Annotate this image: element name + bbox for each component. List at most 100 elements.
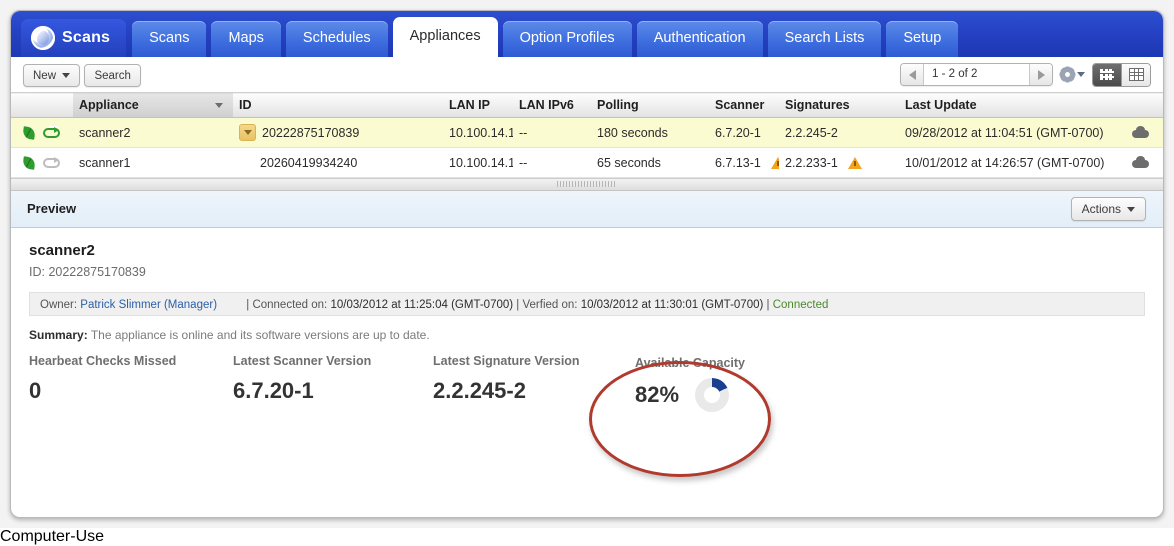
screenshot-root: Scans Scans Maps Schedules Appliances Op… — [0, 0, 1174, 528]
splitter-grip-icon — [557, 181, 617, 187]
actions-button-label: Actions — [1081, 202, 1121, 216]
table-row[interactable]: scanner2 20222875170839 10.100.14.114 --… — [11, 117, 1163, 148]
connected-on-value: 10/03/2012 at 11:25:04 (GMT-0700) — [330, 299, 514, 311]
pagination-prev-button[interactable] — [901, 64, 924, 85]
capacity-value: 82% — [635, 382, 680, 407]
cell-last-update: 10/01/2012 at 14:26:57 (GMT-0700) — [899, 147, 1163, 178]
capacity-label: Available Capacity — [635, 356, 746, 370]
chevron-left-icon — [908, 69, 916, 80]
tab-maps[interactable]: Maps — [211, 21, 281, 57]
tab-option-profiles[interactable]: Option Profiles — [502, 21, 632, 57]
verified-on-label: Verfied on: — [522, 299, 578, 311]
connected-on-label: Connected on: — [252, 299, 328, 311]
cell-scanner: 6.7.13-1 — [709, 147, 779, 178]
view-toggle — [1092, 62, 1151, 87]
search-button[interactable]: Search — [84, 64, 141, 87]
tab-search-lists[interactable]: Search Lists — [767, 21, 882, 57]
cell-id: 20222875170839 — [233, 117, 443, 148]
warning-icon — [771, 156, 779, 169]
cell-signatures: 2.2.233-1 — [779, 147, 899, 178]
disconnected-link-icon — [43, 155, 62, 169]
detail-owner-bar: Owner: Patrick Slimmer (Manager) | Conne… — [29, 292, 1145, 316]
column-header-signatures[interactable]: Signatures — [779, 92, 899, 118]
actions-button[interactable]: Actions — [1070, 197, 1146, 221]
view-mode-list-button[interactable] — [1093, 63, 1121, 86]
owner-sep-3: | — [766, 299, 770, 311]
detail-appliance-id: ID: 20222875170839 — [29, 265, 146, 279]
actions-menu: Actions — [1070, 197, 1146, 221]
table-header: Appliance ID LAN IP LAN IPv6 Polling Sca… — [11, 92, 1163, 118]
preview-detail: scanner2 ID: 20222875170839 Owner: Patri… — [11, 228, 1163, 426]
row-status-icons-cell — [11, 117, 73, 148]
owner-label: Owner: — [40, 299, 78, 311]
appliances-table: Appliance ID LAN IP LAN IPv6 Polling Sca… — [11, 92, 1163, 178]
cell-signatures-text: 2.2.233-1 — [785, 155, 838, 170]
preview-title: Preview — [27, 201, 77, 216]
chevron-down-icon — [62, 73, 71, 78]
toolbar-left-group: New Search — [23, 57, 141, 87]
tab-appliances[interactable]: Appliances — [392, 17, 498, 57]
cell-lan-ipv6: -- — [513, 147, 591, 178]
cell-lan-ip: 10.100.14.114 — [443, 117, 513, 148]
metric-value: 0 — [29, 378, 42, 403]
metric-label: Latest Signature Version — [433, 354, 580, 368]
tab-setup[interactable]: Setup — [886, 21, 959, 57]
connected-link-icon — [43, 125, 62, 139]
search-button-label: Search — [94, 69, 131, 82]
cell-lan-ipv6: -- — [513, 117, 591, 148]
leaf-icon — [23, 127, 35, 139]
preview-header: Preview Actions — [11, 191, 1163, 228]
tab-authentication[interactable]: Authentication — [636, 21, 763, 57]
chevron-down-icon — [1127, 206, 1135, 212]
column-header-appliance[interactable]: Appliance — [73, 92, 233, 118]
pagination-next-button[interactable] — [1029, 64, 1052, 85]
column-header-polling[interactable]: Polling — [591, 92, 709, 118]
brand-scans[interactable]: Scans — [21, 19, 127, 57]
pagination: 1 - 2 of 2 — [900, 63, 1053, 86]
metric-label: Latest Scanner Version — [233, 354, 372, 368]
pagination-range: 1 - 2 of 2 — [924, 64, 1029, 85]
cell-scanner: 6.7.20-1 — [709, 117, 779, 148]
main-tab-bar: Scans Scans Maps Schedules Appliances Op… — [11, 11, 1163, 57]
connection-status: Connected — [772, 299, 829, 311]
cell-appliance-name: scanner1 — [73, 147, 233, 178]
tab-schedules[interactable]: Schedules — [285, 21, 388, 57]
owner-name-link[interactable]: Patrick Slimmer (Manager) — [80, 299, 217, 311]
detail-metrics: Hearbeat Checks Missed 0 Latest Scanner … — [29, 354, 1145, 426]
column-header-scanner[interactable]: Scanner — [709, 92, 779, 118]
new-button[interactable]: New — [23, 64, 81, 87]
metric-value: 2.2.245-2 — [433, 378, 526, 403]
metric-label: Hearbeat Checks Missed — [29, 354, 177, 368]
cell-appliance-name: scanner2 — [73, 117, 233, 148]
cell-scanner-text: 6.7.13-1 — [715, 155, 761, 170]
owner-sep-2: | — [516, 299, 520, 311]
cloud-icon — [1132, 126, 1149, 138]
row-expand-chevron-icon[interactable] — [239, 124, 256, 141]
new-button-label: New — [33, 69, 57, 82]
metric-heartbeat-checks-missed: Hearbeat Checks Missed 0 — [29, 354, 176, 404]
grid-toolbar: New Search 1 - 2 of 2 — [11, 57, 1163, 92]
table-body: scanner2 20222875170839 10.100.14.114 --… — [11, 117, 1163, 178]
cell-lan-ip: 10.100.14.130 — [443, 147, 513, 178]
column-header-lan-ipv6[interactable]: LAN IPv6 — [513, 92, 591, 118]
chevron-down-icon — [1077, 72, 1085, 77]
app-window: Scans Scans Maps Schedules Appliances Op… — [10, 10, 1164, 518]
column-header-last-update[interactable]: Last Update — [899, 92, 1163, 118]
table-row[interactable]: scanner1 20260419934240 10.100.14.130 --… — [11, 147, 1163, 178]
detail-summary: Summary: The appliance is online and its… — [29, 328, 1145, 342]
capacity-donut-chart — [695, 378, 730, 412]
cell-last-update-text: 09/28/2012 at 11:04:51 (GMT-0700) — [905, 125, 1104, 140]
view-mode-grid-button[interactable] — [1121, 63, 1150, 86]
column-header-lan-ip[interactable]: LAN IP — [443, 92, 513, 118]
warning-icon — [848, 156, 863, 169]
cell-id-text: 20260419934240 — [260, 155, 358, 170]
metric-latest-signature-version: Latest Signature Version 2.2.245-2 — [433, 354, 580, 404]
cloud-icon — [1132, 156, 1149, 168]
settings-menu-button[interactable] — [1060, 67, 1085, 82]
leaf-icon — [23, 157, 35, 169]
tab-scans[interactable]: Scans — [132, 21, 207, 57]
panel-splitter[interactable] — [11, 178, 1163, 191]
cell-id: 20260419934240 — [233, 147, 443, 178]
column-header-id[interactable]: ID — [233, 92, 443, 118]
cell-last-update-text: 10/01/2012 at 14:26:57 (GMT-0700) — [905, 155, 1105, 170]
